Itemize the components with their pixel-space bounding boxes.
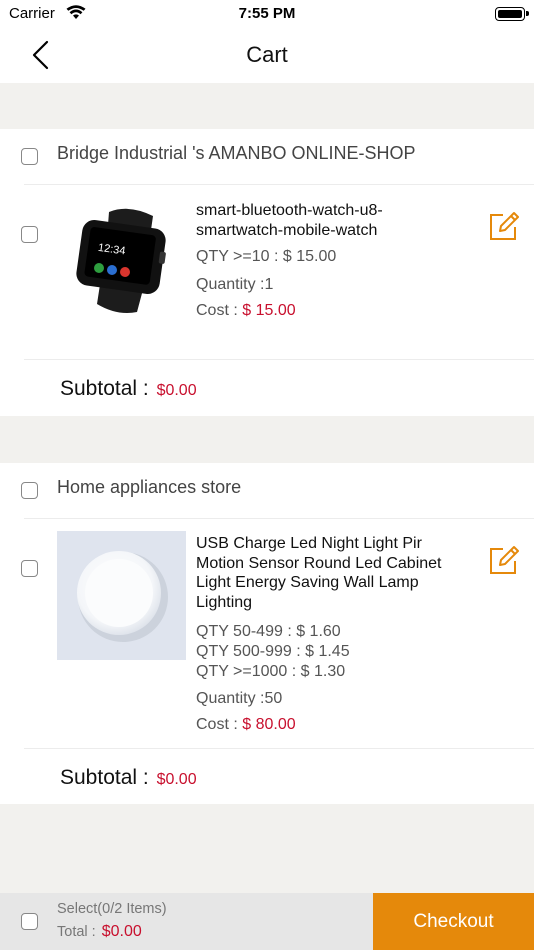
divider bbox=[24, 359, 534, 360]
price-tier: QTY >=10 : $ 15.00 bbox=[196, 248, 337, 265]
smartwatch-image: 12:34 bbox=[57, 194, 186, 323]
store-select-checkbox[interactable] bbox=[21, 148, 38, 165]
store-header: Bridge Industrial 's AMANBO ONLINE-SHOP bbox=[0, 129, 534, 185]
edit-button[interactable] bbox=[488, 210, 520, 242]
store-select-checkbox[interactable] bbox=[21, 482, 38, 499]
subtotal-value: $0.00 bbox=[156, 382, 197, 399]
product-cost: Cost : $ 15.00 bbox=[196, 301, 296, 321]
night-light-image bbox=[57, 531, 186, 660]
divider bbox=[24, 748, 534, 749]
checkout-button[interactable]: Checkout bbox=[373, 893, 534, 950]
store-header: Home appliances store bbox=[0, 463, 534, 519]
product-name[interactable]: smart-bluetooth-watch-u8-smartwatch-mobi… bbox=[196, 201, 466, 240]
subtotal-label: Subtotal : bbox=[60, 377, 155, 400]
divider bbox=[24, 518, 534, 519]
total-label: Total : bbox=[57, 924, 100, 940]
total-value: $0.00 bbox=[101, 923, 142, 940]
battery-icon bbox=[495, 7, 529, 21]
product-quantity: Quantity :50 bbox=[196, 690, 283, 707]
subtotal: Subtotal : $0.00 bbox=[60, 766, 197, 790]
price-tier: QTY 50-499 : $ 1.60 bbox=[196, 623, 341, 640]
price-tier: QTY >=1000 : $ 1.30 bbox=[196, 663, 346, 680]
store-name: Home appliances store bbox=[57, 477, 242, 497]
product-quantity: Quantity :1 bbox=[196, 276, 274, 293]
product-image[interactable]: 12:34 bbox=[57, 194, 186, 323]
product-image[interactable] bbox=[57, 531, 186, 660]
total: Total : $0.00 bbox=[57, 923, 142, 941]
price-tier: QTY 500-999 : $ 1.45 bbox=[196, 643, 350, 660]
edit-icon bbox=[490, 212, 519, 240]
cost-label: Cost : bbox=[196, 302, 243, 319]
status-bar: Carrier 7:55 PM bbox=[0, 0, 534, 28]
store-card: Home appliances store USB Charge Led Nig… bbox=[0, 463, 534, 804]
cost-label: Cost : bbox=[196, 716, 243, 733]
cart-footer: Select(0/2 Items) Total : $0.00 Checkout bbox=[0, 893, 534, 950]
page-title: Cart bbox=[246, 42, 288, 67]
divider bbox=[24, 184, 534, 185]
store-card: Bridge Industrial 's AMANBO ONLINE-SHOP … bbox=[0, 129, 534, 416]
product-name[interactable]: USB Charge Led Night Light Pir Motion Se… bbox=[196, 534, 466, 612]
clock: 7:55 PM bbox=[238, 5, 296, 22]
subtotal-value: $0.00 bbox=[156, 771, 197, 788]
edit-button[interactable] bbox=[488, 544, 520, 576]
cost-value: $ 80.00 bbox=[242, 716, 296, 733]
product-cost: Cost : $ 80.00 bbox=[196, 715, 296, 735]
select-all-checkbox[interactable] bbox=[21, 913, 38, 930]
select-count-label: Select(0/2 Items) bbox=[57, 901, 167, 917]
cost-value: $ 15.00 bbox=[242, 302, 296, 319]
product-select-checkbox[interactable] bbox=[21, 226, 38, 243]
product-select-checkbox[interactable] bbox=[21, 560, 38, 577]
subtotal: Subtotal : $0.00 bbox=[60, 377, 197, 401]
edit-icon bbox=[490, 546, 519, 574]
store-name: Bridge Industrial 's AMANBO ONLINE-SHOP bbox=[57, 143, 416, 163]
nav-bar: Cart bbox=[0, 28, 534, 83]
subtotal-label: Subtotal : bbox=[60, 766, 155, 789]
